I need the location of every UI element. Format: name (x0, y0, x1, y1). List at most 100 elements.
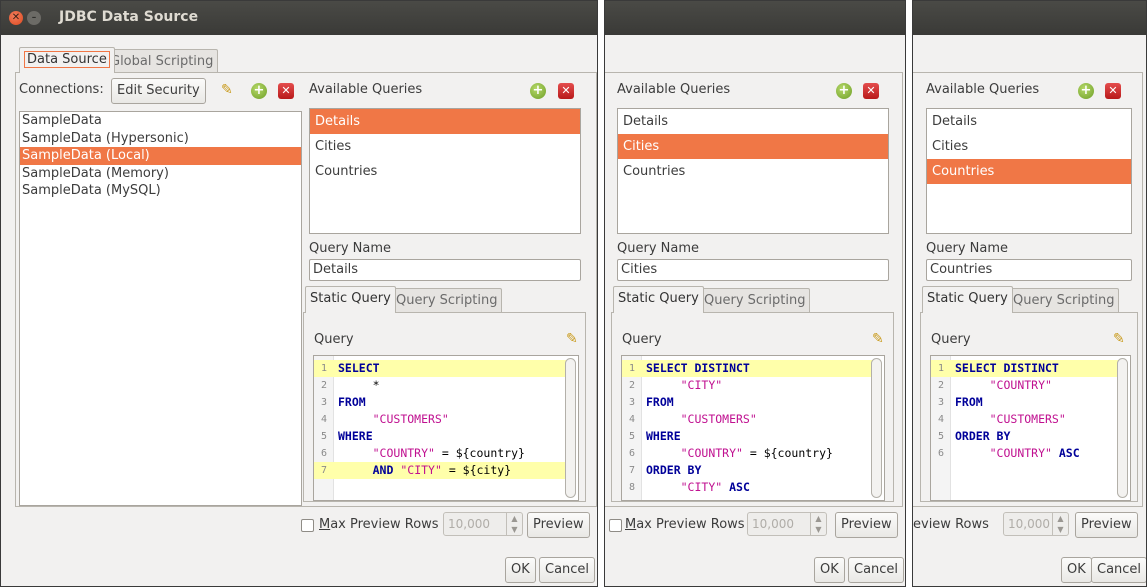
max-preview-rows-spinner[interactable]: 10,000 ▲ ▼ (1003, 512, 1069, 536)
max-preview-rows-checkbox[interactable] (301, 519, 314, 532)
minimize-window-icon[interactable]: – (27, 11, 41, 25)
line-number: 5 (937, 431, 945, 442)
tab-query-scripting[interactable]: Query Scripting (699, 288, 811, 313)
query-item-cities[interactable]: Cities (927, 134, 1131, 159)
connection-item[interactable]: SampleData (MySQL) (20, 182, 301, 200)
query-editor-pane-3[interactable]: 1 SELECT DISTINCT 2 "COUNTRY" 3 FROM 4 "CUSTO… (930, 355, 1131, 501)
jdbc-dialog-cities: Available Queries + ✕ Details Cities Cou… (604, 0, 906, 587)
line-number: 2 (320, 380, 328, 391)
line-number: 3 (937, 397, 945, 408)
spinner-arrows-icon[interactable]: ▲ ▼ (810, 513, 826, 535)
query-item-countries[interactable]: Countries (927, 159, 1131, 184)
jdbc-dialog-countries: Available Queries + ✕ Details Cities Cou… (912, 0, 1147, 587)
code-text: SELECT (338, 361, 380, 375)
jdbc-dialog-details: ✕ – JDBC Data Source Data Source Global … (0, 0, 598, 587)
remove-query-x-icon[interactable]: ✕ (558, 83, 574, 99)
max-preview-rows-label: Max Preview Rows (319, 517, 439, 532)
connection-item-selected[interactable]: SampleData (Local) (20, 147, 301, 165)
query-item-countries[interactable]: Countries (310, 159, 580, 184)
tab-static-query[interactable]: Static Query (613, 286, 704, 313)
line-number: 2 (937, 380, 945, 391)
max-preview-rows-spinner[interactable]: 10,000 ▲ ▼ (747, 512, 827, 536)
code-line: 7 AND "CITY" = ${city} (314, 462, 566, 479)
code-line: 2 "COUNTRY" (931, 377, 1118, 394)
available-queries-list: Details Cities Countries (309, 108, 581, 234)
add-query-plus-icon[interactable]: + (836, 83, 852, 99)
remove-connection-x-icon[interactable]: ✕ (278, 83, 294, 99)
code-line: 4 "CUSTOMERS" (931, 411, 1118, 428)
tab-query-scripting[interactable]: Query Scripting (1008, 288, 1120, 313)
add-query-plus-icon[interactable]: + (1078, 83, 1094, 99)
code-line: 3 FROM (931, 394, 1118, 411)
add-query-plus-icon[interactable]: + (530, 83, 546, 99)
tab-query-scripting[interactable]: Query Scripting (391, 288, 503, 313)
max-rows-value: 10,000 (752, 517, 794, 531)
line-number: 4 (628, 414, 636, 425)
line-number: 7 (628, 465, 636, 476)
connection-item[interactable]: SampleData (20, 112, 301, 130)
available-queries-list: Details Cities Countries (617, 108, 889, 234)
query-name-field[interactable]: Details (309, 259, 581, 281)
available-queries-label: Available Queries (926, 82, 1040, 97)
cancel-button[interactable]: Cancel (1091, 557, 1146, 583)
code-text: "CUSTOMERS" (372, 412, 449, 426)
cancel-button[interactable]: Cancel (848, 557, 905, 583)
connection-item[interactable]: SampleData (Hypersonic) (20, 130, 301, 148)
static-query-panel: Query ✎ 1 SELECT 2 * 3 FROM 4 "CUSTOMERS" 5 WHE… (303, 312, 586, 502)
line-number: 6 (628, 448, 636, 459)
code-text: SELECT DISTINCT (646, 361, 750, 375)
edit-security-button[interactable]: Edit Security (111, 78, 206, 104)
editor-scrollbar[interactable] (871, 358, 882, 498)
query-editor-pane-1[interactable]: 1 SELECT 2 * 3 FROM 4 "CUSTOMERS" 5 WHERE 6 "COU… (313, 355, 579, 501)
connection-item[interactable]: SampleData (Memory) (20, 165, 301, 183)
query-item-cities[interactable]: Cities (310, 134, 580, 159)
data-source-panel: Available Queries + ✕ Details Cities Cou… (913, 72, 1143, 507)
query-editor-pane-2[interactable]: 1 SELECT DISTINCT 2 "CITY" 3 FROM 4 "CUSTOMER… (621, 355, 885, 501)
query-item-countries[interactable]: Countries (618, 159, 888, 184)
query-item-details[interactable]: Details (927, 109, 1131, 134)
code-line: 1 SELECT DISTINCT (622, 360, 872, 377)
cancel-button[interactable]: Cancel (539, 557, 596, 583)
max-preview-rows-checkbox[interactable] (609, 519, 622, 532)
editor-scrollbar[interactable] (565, 358, 576, 498)
preview-button[interactable]: Preview (835, 512, 898, 538)
preview-button[interactable]: Preview (527, 512, 590, 538)
tab-static-query[interactable]: Static Query (922, 286, 1013, 313)
remove-query-x-icon[interactable]: ✕ (1105, 83, 1121, 99)
edit-query-pencil-icon[interactable]: ✎ (1113, 331, 1129, 347)
add-connection-plus-icon[interactable]: + (251, 83, 267, 99)
static-query-panel: Query ✎ 1 SELECT DISTINCT 2 "COUNTRY" 3 FROM… (920, 312, 1138, 502)
code-text: WHERE (338, 429, 373, 443)
preview-button[interactable]: Preview (1075, 512, 1138, 538)
tab-static-query[interactable]: Static Query (305, 286, 396, 313)
tab-global-scripting[interactable]: Global Scripting (105, 49, 219, 73)
tab-data-source[interactable]: Data Source (19, 47, 115, 73)
code-line: 6 "COUNTRY" = ${country} (314, 445, 566, 462)
line-number: 5 (628, 431, 636, 442)
spinner-arrows-icon[interactable]: ▲ ▼ (1052, 513, 1068, 535)
query-name-field[interactable]: Countries (926, 259, 1132, 281)
query-item-details[interactable]: Details (618, 109, 888, 134)
close-window-icon[interactable]: ✕ (9, 11, 23, 25)
ok-button[interactable]: OK (1061, 557, 1092, 583)
remove-query-x-icon[interactable]: ✕ (863, 83, 879, 99)
code-line: 1 SELECT (314, 360, 566, 377)
line-number: 8 (628, 482, 636, 493)
edit-connection-pencil-icon[interactable]: ✎ (221, 82, 237, 98)
static-query-panel: Query ✎ 1 SELECT DISTINCT 2 "CITY" 3 FROM 4 "… (611, 312, 894, 502)
max-preview-rows-spinner[interactable]: 10,000 ▲ ▼ (443, 512, 523, 536)
query-item-cities[interactable]: Cities (618, 134, 888, 159)
window-title: JDBC Data Source (59, 9, 199, 25)
line-number: 5 (320, 431, 328, 442)
query-name-field[interactable]: Cities (617, 259, 889, 281)
available-queries-list: Details Cities Countries (926, 108, 1132, 234)
edit-query-pencil-icon[interactable]: ✎ (872, 331, 888, 347)
code-text: "CITY" (680, 378, 723, 392)
ok-button[interactable]: OK (814, 557, 845, 583)
edit-query-pencil-icon[interactable]: ✎ (566, 331, 582, 347)
ok-button[interactable]: OK (505, 557, 536, 583)
editor-scrollbar[interactable] (1117, 358, 1128, 498)
code-line: 5 WHERE (622, 428, 872, 445)
query-item-details[interactable]: Details (310, 109, 580, 134)
spinner-arrows-icon[interactable]: ▲ ▼ (506, 513, 522, 535)
